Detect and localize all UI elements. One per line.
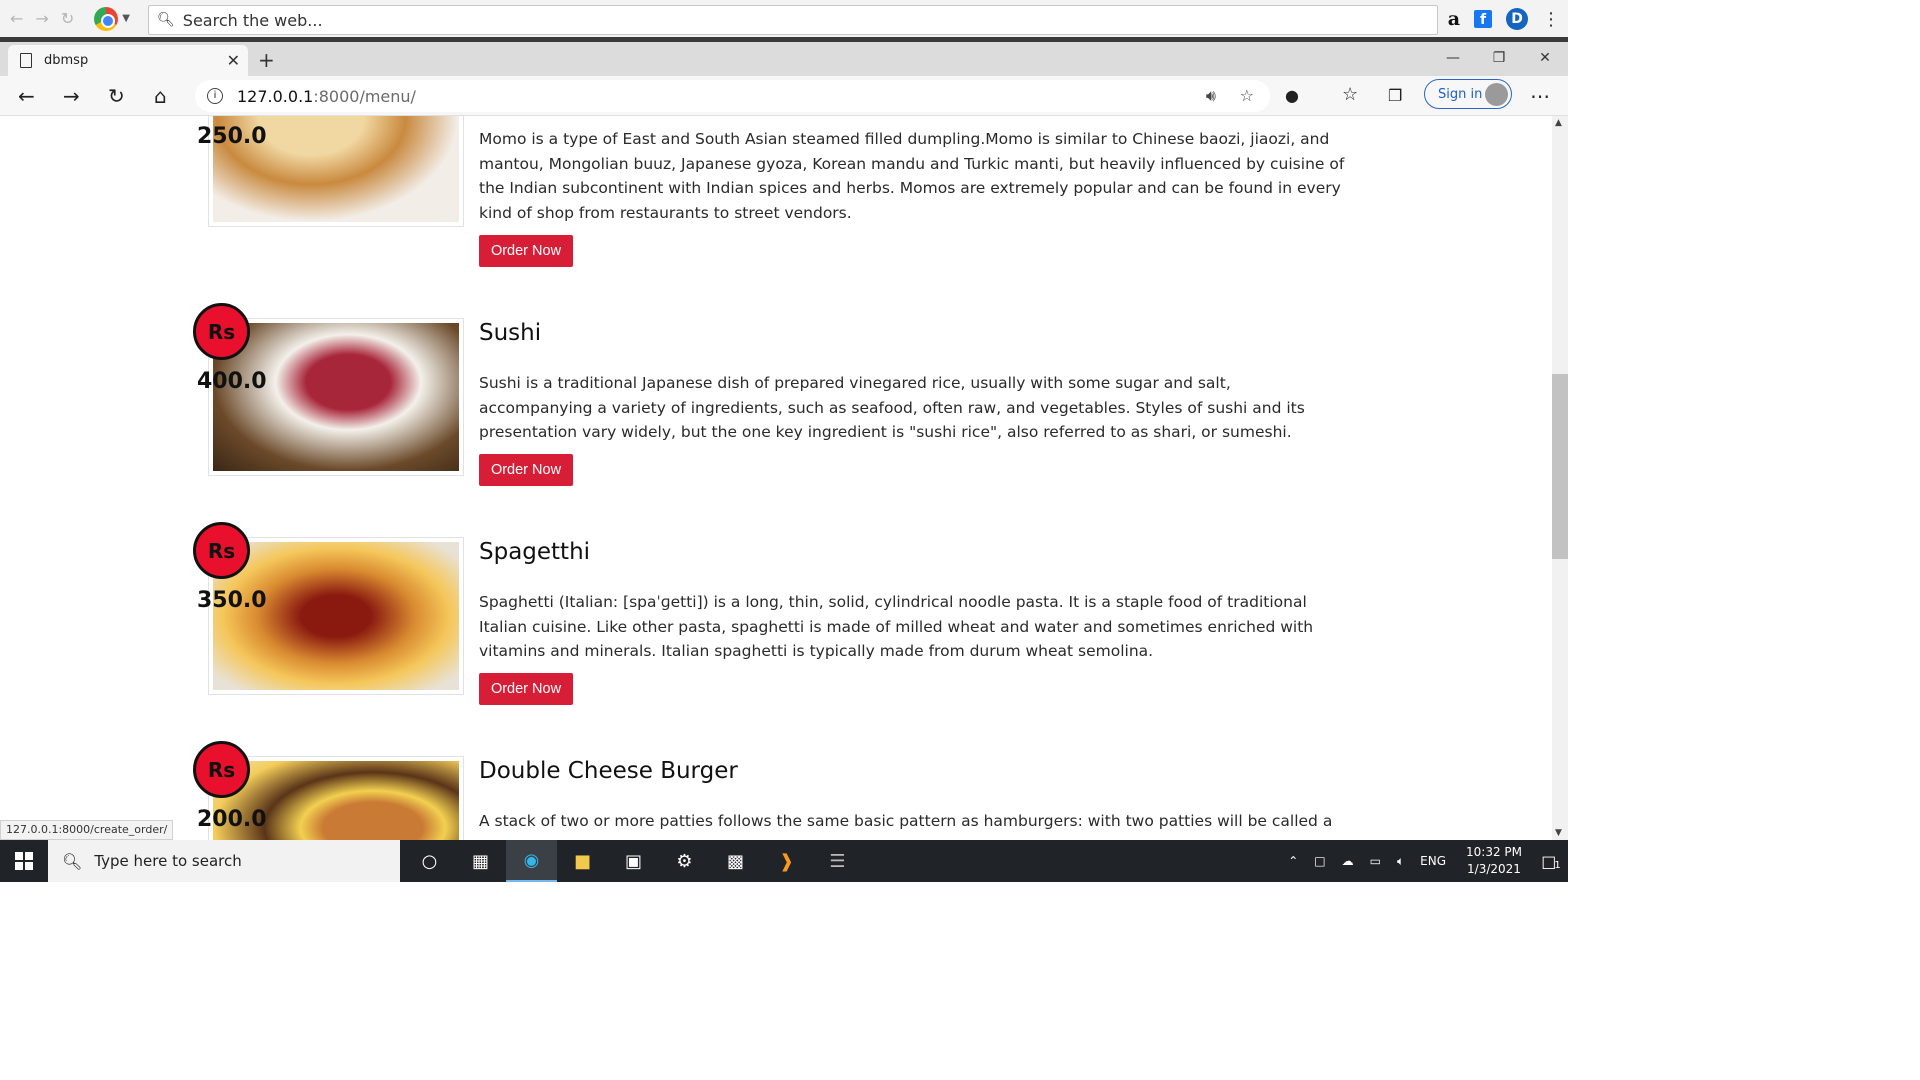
- back-icon[interactable]: ←: [10, 9, 23, 28]
- language-indicator[interactable]: ENG: [1420, 854, 1446, 868]
- item-title: Sushi: [479, 320, 542, 346]
- taskbar-apps: ○ ▦ ◉ ■ ▣ ⚙ ▩ ❱ ☰: [404, 840, 863, 882]
- forward-icon[interactable]: →: [63, 84, 80, 108]
- favorite-star-icon[interactable]: ☆: [1240, 86, 1254, 105]
- terminal-icon[interactable]: ▩: [710, 840, 761, 882]
- address-bar: ← → ↻ ⌂ i 127.0.0.1 :8000/menu/ 🔊︎ ☆ ● ☆…: [0, 76, 1568, 116]
- item-description: Spaghetti (Italian: [spaˈɡetti]) is a lo…: [479, 593, 1314, 660]
- search-toolbar: ← → ↻ ▼ 🔍︎ Search the web... a f D ⋮: [0, 0, 1568, 38]
- scrollbar-thumb[interactable]: [1552, 374, 1568, 559]
- item-title: Spagetthi: [479, 539, 591, 565]
- item-description: A stack of two or more patties follows t…: [479, 812, 1333, 830]
- edge-icon[interactable]: ◉: [506, 840, 557, 882]
- favorites-icon[interactable]: ☆: [1342, 84, 1358, 105]
- menu-item: Rs 200.0 Double Cheese Burger A stack of…: [0, 739, 1552, 840]
- refresh-icon[interactable]: ↻: [108, 84, 125, 108]
- menu-item: Rs 350.0 Spagetthi Spaghetti (Italian: […: [0, 520, 1552, 720]
- menu-icon[interactable]: ⋮: [1542, 9, 1560, 30]
- item-description: Sushi is a traditional Japanese dish of …: [479, 374, 1305, 441]
- toolbar-extensions: a f D ⋮: [1448, 8, 1560, 30]
- reload-icon[interactable]: ↻: [61, 9, 74, 28]
- chrome-logo-icon[interactable]: [94, 6, 119, 31]
- menu-item: Rs 400.0 Sushi Sushi is a traditional Ja…: [0, 301, 1552, 501]
- sushi-image: [213, 323, 459, 471]
- settings-icon[interactable]: ⚙: [659, 840, 710, 882]
- close-window-icon[interactable]: ✕: [1522, 42, 1568, 74]
- search-icon: 🔍︎: [62, 851, 83, 871]
- notification-center[interactable]: □ 1: [1534, 840, 1568, 882]
- page-icon: [20, 53, 32, 68]
- extension-icon[interactable]: ●: [1285, 86, 1299, 105]
- cortana-icon[interactable]: ○: [404, 840, 455, 882]
- home-icon[interactable]: ⌂: [154, 84, 167, 108]
- restore-icon[interactable]: ❐: [1476, 42, 1522, 74]
- currency-badge: Rs: [193, 303, 250, 360]
- info-icon[interactable]: i: [207, 88, 223, 104]
- volume-icon[interactable]: 🔈︎: [1397, 854, 1404, 869]
- onedrive-icon[interactable]: ☁: [1342, 854, 1354, 868]
- windows-icon: [15, 852, 33, 870]
- url-path: :8000/menu/: [313, 86, 416, 106]
- window-controls: — ❐ ✕: [1430, 42, 1568, 74]
- spaghetti-image: [213, 542, 459, 690]
- minimize-icon[interactable]: —: [1430, 42, 1476, 74]
- clock-date: 1/3/2021: [1467, 862, 1521, 876]
- avatar: [1485, 83, 1508, 106]
- taskbar: 🔍︎ Type here to search ○ ▦ ◉ ■ ▣ ⚙ ▩ ❱ ☰…: [0, 840, 1568, 882]
- close-tab-icon[interactable]: ✕: [227, 51, 240, 70]
- system-tray: ⌃ □ ☁ ▭ 🔈︎ ENG 10:32 PM 1/3/2021 □ 1: [1280, 840, 1568, 882]
- taskbar-search[interactable]: 🔍︎ Type here to search: [48, 840, 400, 882]
- item-title: Double Cheese Burger: [479, 758, 738, 784]
- scroll-up-icon[interactable]: ▲: [1555, 118, 1562, 128]
- item-description: Momo is a type of East and South Asian s…: [479, 130, 1345, 222]
- tab-dbmsp[interactable]: dbmsp ✕: [8, 45, 248, 76]
- task-view-icon[interactable]: ▦: [455, 840, 506, 882]
- sign-in-button[interactable]: Sign in: [1424, 79, 1512, 109]
- web-search-placeholder: Search the web...: [182, 10, 323, 30]
- url-field[interactable]: i 127.0.0.1 :8000/menu/ 🔊︎ ☆: [195, 80, 1270, 112]
- order-now-button[interactable]: Order Now: [479, 454, 573, 486]
- clock-time: 10:32 PM: [1466, 845, 1522, 859]
- scroll-down-icon[interactable]: ▼: [1555, 828, 1562, 838]
- collections-icon[interactable]: ❐: [1388, 86, 1402, 105]
- tab-strip: dbmsp ✕ + — ❐ ✕: [0, 42, 1568, 76]
- currency-badge: Rs: [193, 741, 250, 798]
- database-icon[interactable]: ☰: [812, 840, 863, 882]
- meet-now-icon[interactable]: □: [1314, 854, 1325, 868]
- start-button[interactable]: [0, 840, 48, 882]
- new-tab-icon[interactable]: +: [258, 48, 275, 72]
- chevron-down-icon[interactable]: ▼: [122, 13, 130, 24]
- web-search-input[interactable]: 🔍︎ Search the web...: [148, 5, 1438, 35]
- battery-icon[interactable]: ▭: [1370, 854, 1381, 868]
- back-icon[interactable]: ←: [18, 84, 35, 108]
- vertical-scrollbar[interactable]: ▲ ▼: [1552, 116, 1568, 840]
- menu-page: 250.0 Momo is a type of East and South A…: [0, 116, 1552, 840]
- search-icon: 🔍︎: [157, 12, 175, 28]
- clock[interactable]: 10:32 PM 1/3/2021: [1466, 844, 1522, 878]
- chevron-up-icon[interactable]: ⌃: [1288, 854, 1298, 868]
- more-icon[interactable]: ⋯: [1530, 84, 1550, 108]
- forward-icon[interactable]: →: [35, 9, 48, 28]
- status-url-tooltip: 127.0.0.1:8000/create_order/: [0, 820, 174, 840]
- price: 400.0: [197, 369, 267, 394]
- sublime-text-icon[interactable]: ❱: [761, 840, 812, 882]
- toolbar-nav: ← → ↻: [10, 9, 74, 28]
- price: 350.0: [197, 588, 267, 613]
- url-host: 127.0.0.1: [237, 86, 314, 106]
- file-explorer-icon[interactable]: ■: [557, 840, 608, 882]
- tab-title: dbmsp: [44, 53, 89, 68]
- price: 200.0: [197, 807, 267, 832]
- notification-count: 1: [1554, 859, 1561, 871]
- facebook-icon[interactable]: f: [1474, 10, 1492, 28]
- store-icon[interactable]: ▣: [608, 840, 659, 882]
- order-now-button[interactable]: Order Now: [479, 235, 573, 267]
- currency-badge: Rs: [193, 522, 250, 579]
- taskbar-search-placeholder: Type here to search: [94, 852, 242, 870]
- amazon-icon[interactable]: a: [1448, 8, 1460, 30]
- read-aloud-icon[interactable]: 🔊︎: [1206, 86, 1216, 106]
- sign-in-label: Sign in: [1438, 86, 1483, 102]
- order-now-button[interactable]: Order Now: [479, 673, 573, 705]
- dashlane-icon[interactable]: D: [1506, 8, 1528, 30]
- price: 250.0: [197, 124, 267, 149]
